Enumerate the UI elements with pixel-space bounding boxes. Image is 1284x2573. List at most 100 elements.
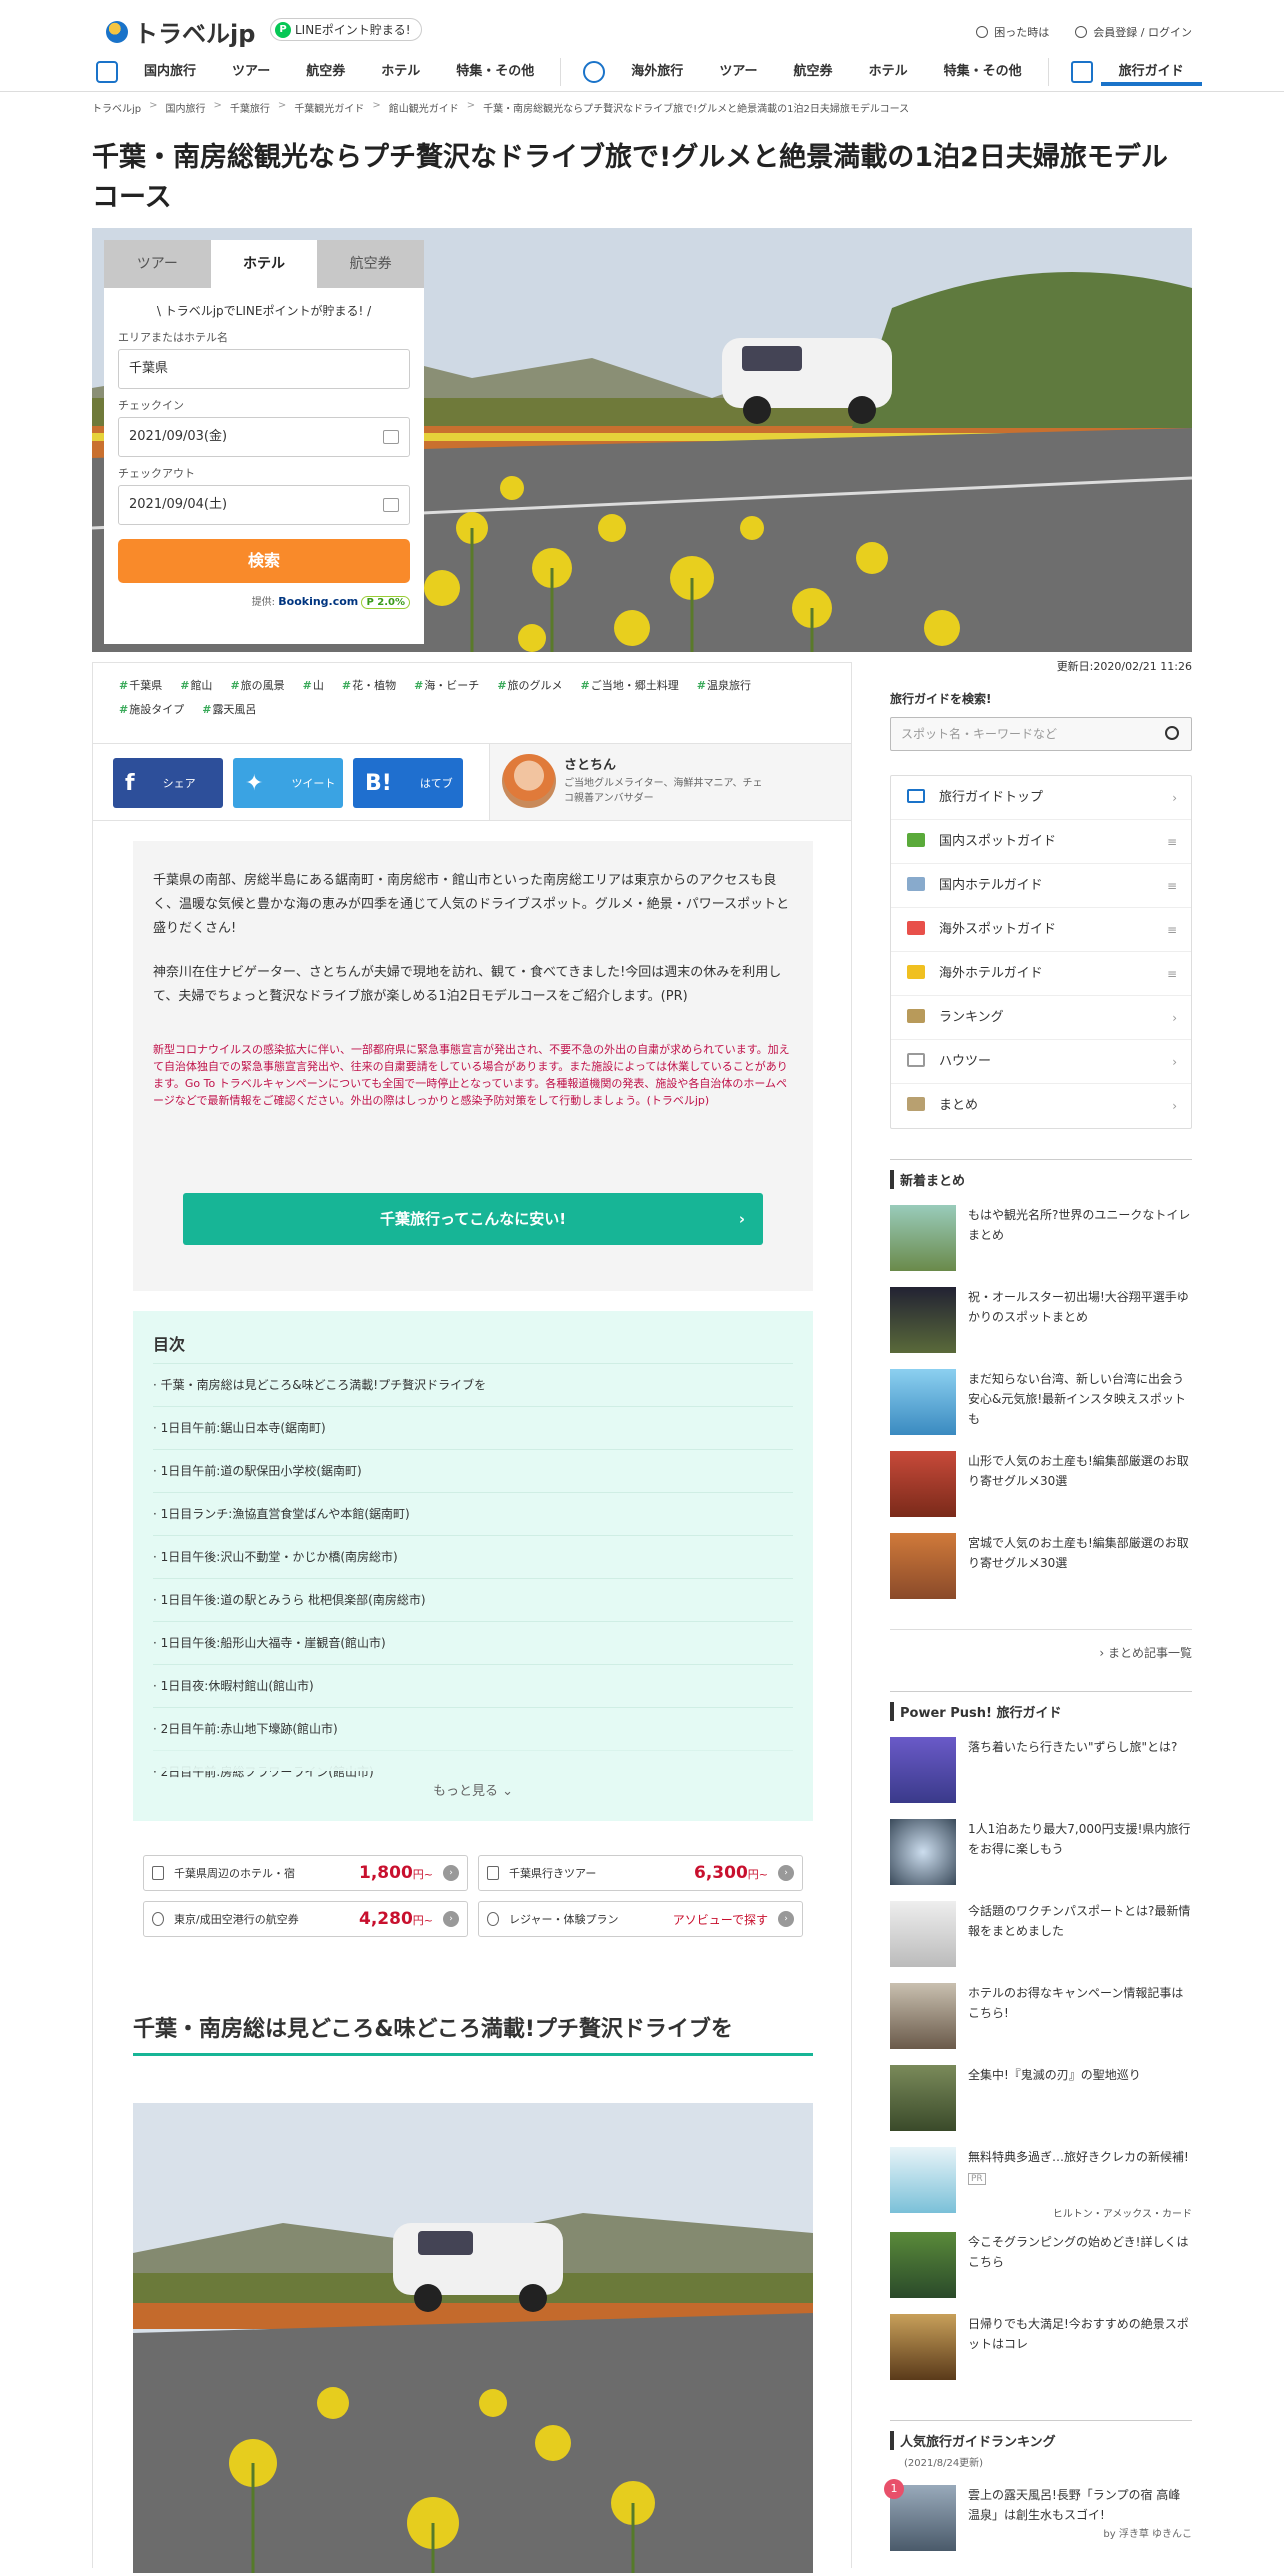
checkin-label: チェックイン [118, 399, 184, 412]
guide-search-input[interactable]: スポット名・キーワードなど [890, 717, 1192, 751]
chiba-cheap-cta-button[interactable]: 千葉旅行ってこんなに安い! › [183, 1193, 763, 1245]
toc-item[interactable]: · 1日目午前:鋸山日本寺(鋸南町) [153, 1406, 793, 1449]
breadcrumb-item[interactable]: 千葉旅行 [230, 100, 270, 115]
tag[interactable]: #ご当地・郷土料理 [581, 677, 679, 693]
list-item[interactable]: 落ち着いたら行きたい"ずらし旅"とは? [890, 1737, 1192, 1803]
tag[interactable]: #露天風呂 [202, 701, 256, 717]
sidebar-item-ranking[interactable]: ランキング › [891, 996, 1191, 1040]
hatena-icon: B! [365, 770, 392, 796]
nav-domestic-hotel[interactable]: ホテル [363, 58, 438, 86]
list-item[interactable]: 1人1泊あたり最大7,000円支援!県内旅行をお得に楽しもう [890, 1819, 1192, 1885]
list-item[interactable]: まだ知らない台湾、新しい台湾に出会う 安心&元気旅!最新インスタ映えスポットも [890, 1369, 1192, 1435]
hatena-bookmark-button[interactable]: B! はてブ [353, 758, 463, 808]
power-push-section: Power Push! 旅行ガイド 落ち着いたら行きたい"ずらし旅"とは? 1人… [890, 1691, 1192, 2380]
line-points-badge[interactable]: P LINEポイント貯まる! [270, 18, 422, 41]
sidebar-item-guide-top[interactable]: 旅行ガイドトップ › [891, 776, 1191, 820]
updated-date: 更新日:2020/02/21 11:26 [1056, 660, 1192, 673]
ranking-date: (2021/8/24更新) [904, 2458, 984, 2469]
nav-overseas-air[interactable]: 航空券 [776, 58, 851, 86]
nav-overseas-travel[interactable]: 海外旅行 [613, 58, 701, 86]
breadcrumb-item[interactable]: トラベルjp [92, 100, 141, 115]
checkout-label: チェックアウト [118, 467, 195, 480]
toc-item[interactable]: · 1日目ランチ:漁協直営食堂ばんや本館(鋸南町) [153, 1492, 793, 1535]
area-input[interactable]: 千葉県 [118, 349, 410, 389]
site-logo[interactable]: トラベルjp [106, 14, 255, 49]
tag[interactable]: #旅の風景 [230, 677, 284, 693]
list-item[interactable]: 今こそグランピングの始めどき!詳しくはこちら [890, 2232, 1192, 2298]
login-link[interactable]: 会員登録 / ログイン [1075, 24, 1192, 40]
sidebar-item-domestic-spot[interactable]: 国内スポットガイド ≡ [891, 820, 1191, 864]
ranking-item[interactable]: 1 雲上の露天風呂!長野「ランプの宿 高峰温泉」は創生水もスゴイ! by 浮き草 … [884, 2479, 1192, 2551]
nav-domestic-special[interactable]: 特集・その他 [438, 58, 552, 86]
toc-item[interactable]: · 1日目夜:休暇村館山(館山市) [153, 1664, 793, 1707]
sidebar-item-matome[interactable]: まとめ › [891, 1084, 1191, 1128]
toc-item[interactable]: · 1日目午後:道の駅とみうら 枇杷倶楽部(南房総市) [153, 1578, 793, 1621]
thumbnail [890, 2314, 956, 2380]
tab-tour[interactable]: ツアー [104, 240, 211, 288]
breadcrumb-item[interactable]: 国内旅行 [166, 100, 206, 115]
calendar-icon[interactable] [383, 498, 399, 512]
tag[interactable]: #館山 [180, 677, 212, 693]
sidebar-item-overseas-hotel[interactable]: 海外ホテルガイド ≡ [891, 952, 1191, 996]
tab-hotel[interactable]: ホテル [210, 240, 318, 288]
author-name[interactable]: さとちん [564, 754, 616, 773]
toc-more-button[interactable]: もっと見る ⌄ [133, 1780, 813, 1799]
tag[interactable]: #旅のグルメ [497, 677, 562, 693]
toc-item[interactable]: · 1日目午後:船形山大福寺・崖観音(館山市) [153, 1621, 793, 1664]
calendar-icon[interactable] [383, 430, 399, 444]
list-item[interactable]: ホテルのお得なキャンペーン情報記事はこちら! [890, 1983, 1192, 2049]
nav-overseas-hotel[interactable]: ホテル [851, 58, 926, 86]
nav-overseas-tour[interactable]: ツアー [701, 58, 775, 86]
matome-list-link[interactable]: › まとめ記事一覧 [890, 1629, 1192, 1661]
tag[interactable]: #花・植物 [342, 677, 396, 693]
nav-domestic-travel[interactable]: 国内旅行 [126, 58, 214, 86]
author-box[interactable]: さとちん ご当地グルメライター、海鮮丼マニア、チェコ親善アンバサダー [489, 744, 851, 820]
list-item[interactable]: 祝・オールスター初出場!大谷翔平選手ゆかりのスポットまとめ [890, 1287, 1192, 1353]
share-row: f シェア ✦ ツイート B! はてブ さとちん ご当地グルメライター、海鮮丼マニア、… [93, 743, 851, 821]
breadcrumb-item[interactable]: 館山観光ガイド [389, 100, 459, 115]
price-card-hotel[interactable]: 千葉県周辺のホテル・宿 1,800円~ › [143, 1855, 468, 1891]
arrow-right-icon: › [778, 1911, 794, 1927]
tag[interactable]: #山 [303, 677, 324, 693]
breadcrumb-item[interactable]: 千葉観光ガイド [294, 100, 364, 115]
search-icon[interactable] [1165, 726, 1179, 740]
list-item[interactable]: 宮城で人気のお土産も!編集部厳選のお取り寄せグルメ30選 [890, 1533, 1192, 1599]
nav-travel-guide[interactable]: 旅行ガイド [1100, 58, 1202, 86]
toc-item[interactable]: · 千葉・南房総は見どころ&味どころ満載!プチ贅沢ドライブを [153, 1363, 793, 1406]
nav-domestic-tour[interactable]: ツアー [214, 58, 288, 86]
breadcrumb-current: 千葉・南房総観光ならプチ贅沢なドライブ旅で!グルメと絶景満載の1泊2日夫婦旅モデ… [483, 104, 910, 115]
tab-air[interactable]: 航空券 [317, 240, 425, 288]
toc-item[interactable]: · 1日目午前:道の駅保田小学校(鋸南町) [153, 1449, 793, 1492]
checkin-field[interactable]: 2021/09/03(金) [118, 417, 410, 457]
thumbnail [890, 1737, 956, 1803]
lightbulb-icon [487, 1912, 499, 1926]
tag[interactable]: #施設タイプ [119, 701, 184, 717]
tag[interactable]: #温泉旅行 [697, 677, 751, 693]
books-icon [907, 1097, 925, 1111]
sidebar-item-domestic-hotel[interactable]: 国内ホテルガイド ≡ [891, 864, 1191, 908]
list-item[interactable]: 全集中!『鬼滅の刃』の聖地巡り [890, 2065, 1192, 2131]
chevron-down-icon: ⌄ [502, 1784, 514, 1799]
nav-domestic-air[interactable]: 航空券 [288, 58, 363, 86]
help-link[interactable]: 困った時は [976, 24, 1049, 40]
facebook-share-button[interactable]: f シェア [113, 758, 223, 808]
list-item[interactable]: 無料特典多過ぎ…旅好きクレカの新候補! PR [890, 2147, 1192, 2213]
pr-badge: PR [968, 2173, 986, 2185]
toc-item[interactable]: · 1日目午後:沢山不動堂・かじか橋(南房総市) [153, 1535, 793, 1578]
tag[interactable]: #海・ビーチ [414, 677, 479, 693]
list-item[interactable]: 日帰りでも大満足!今おすすめの絶景スポットはコレ [890, 2314, 1192, 2380]
price-card-flight[interactable]: 東京/成田空港行の航空券 4,280円~ › [143, 1901, 468, 1937]
tag[interactable]: #千葉県 [119, 677, 162, 693]
list-item[interactable]: もはや観光名所?世界のユニークなトイレまとめ [890, 1205, 1192, 1271]
sidebar-item-howto[interactable]: ハウツー › [891, 1040, 1191, 1084]
twitter-share-button[interactable]: ✦ ツイート [233, 758, 343, 808]
price-card-leisure[interactable]: レジャー・体験プラン アソビューで探す › [478, 1901, 803, 1937]
tag-list: #千葉県 #館山 #旅の風景 #山 #花・植物 #海・ビーチ #旅のグルメ #ご… [119, 677, 819, 717]
list-item[interactable]: 山形で人気のお土産も!編集部厳選のお取り寄せグルメ30選 [890, 1451, 1192, 1517]
sidebar-item-overseas-spot[interactable]: 海外スポットガイド ≡ [891, 908, 1191, 952]
price-card-tour[interactable]: 千葉県行きツアー 6,300円~ › [478, 1855, 803, 1891]
list-item[interactable]: 今話題のワクチンパスポートとは?最新情報をまとめました [890, 1901, 1192, 1967]
checkout-field[interactable]: 2021/09/04(土) [118, 485, 410, 525]
nav-overseas-special[interactable]: 特集・その他 [926, 58, 1040, 86]
search-button[interactable]: 検索 [118, 539, 410, 583]
